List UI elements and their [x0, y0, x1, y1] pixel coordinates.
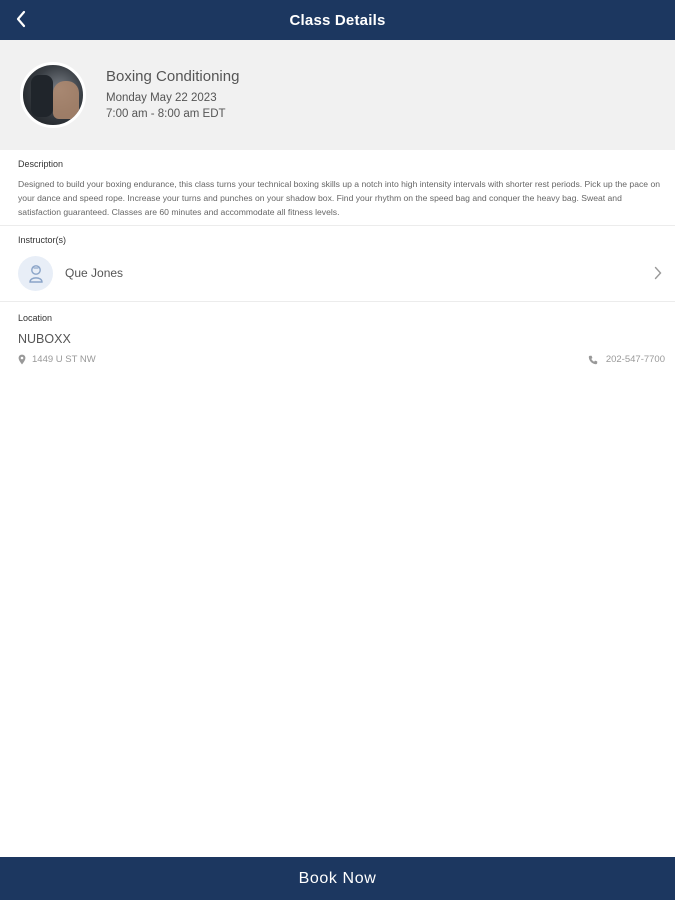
class-time: 7:00 am - 8:00 am EDT: [106, 108, 226, 120]
phone-icon: [588, 355, 598, 364]
book-now-button[interactable]: Book Now: [0, 857, 675, 900]
instructors-label: Instructor(s): [18, 235, 67, 245]
description-label: Description: [18, 159, 64, 169]
divider: [0, 301, 675, 302]
location-label: Location: [18, 313, 53, 323]
top-bar: Class Details: [0, 0, 675, 40]
instructor-row[interactable]: Que Jones: [0, 252, 675, 296]
class-photo: [20, 62, 86, 128]
instructor-avatar: [18, 256, 53, 291]
address-text: 1449 U ST NW: [32, 354, 96, 365]
location-address[interactable]: 1449 U ST NW: [18, 354, 96, 365]
location-name: NUBOXX: [18, 332, 71, 346]
person-placeholder-icon: [28, 264, 43, 283]
class-name: Boxing Conditioning: [106, 68, 240, 85]
chevron-right-icon: [651, 264, 665, 282]
map-pin-icon: [18, 354, 26, 365]
description-text: Designed to build your boxing endurance,…: [18, 179, 661, 217]
location-phone[interactable]: 202-547-7700: [588, 354, 665, 365]
phone-text: 202-547-7700: [605, 354, 665, 365]
chevron-left-icon: [16, 10, 26, 28]
back-button[interactable]: [6, 4, 36, 34]
instructor-name: Que Jones: [65, 266, 124, 280]
class-header: [0, 40, 675, 150]
class-date: Monday May 22 2023: [106, 92, 217, 104]
page-title: Class Details: [289, 11, 386, 29]
divider: [0, 225, 675, 226]
